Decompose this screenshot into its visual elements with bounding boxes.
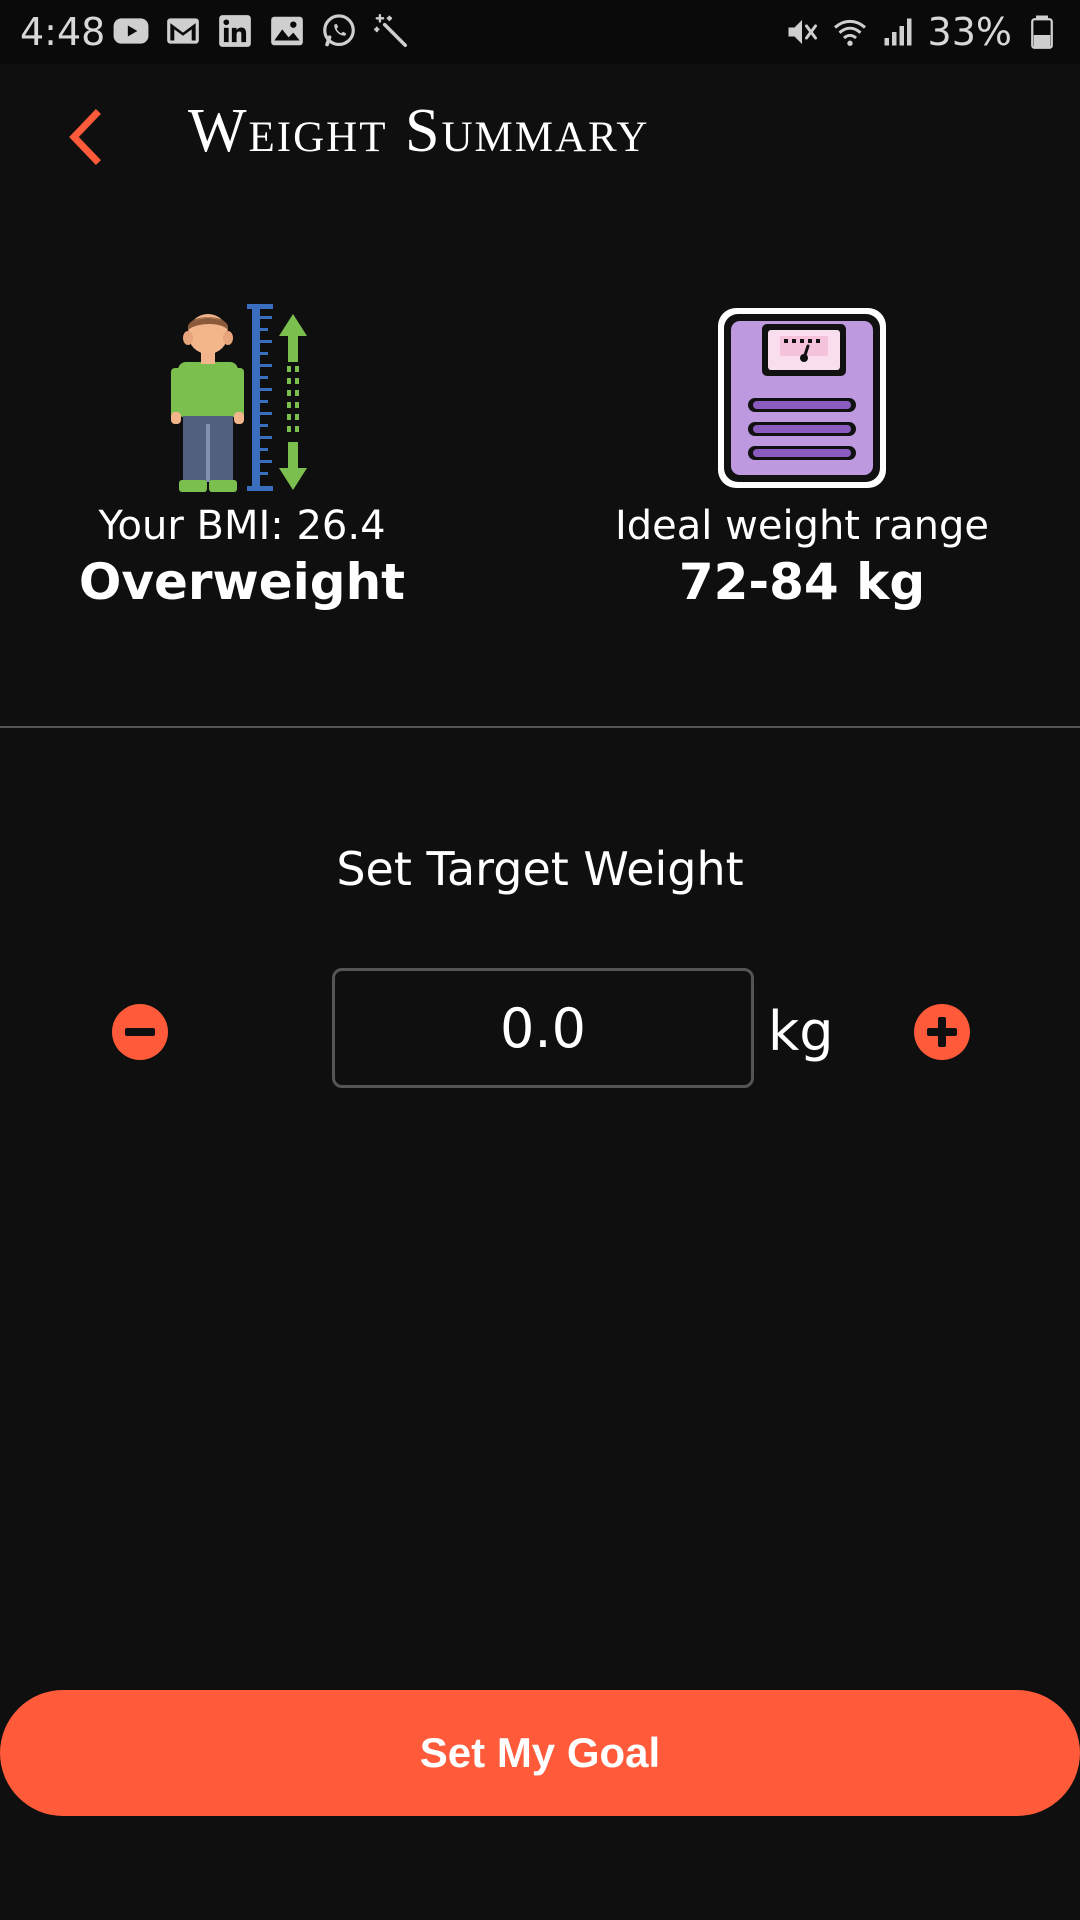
- battery-percentage: 33%: [927, 10, 1012, 54]
- wifi-icon: [833, 19, 866, 46]
- set-goal-button[interactable]: Set My Goal: [0, 1690, 1080, 1816]
- target-weight-heading: Set Target Weight: [336, 842, 744, 896]
- increase-weight-button[interactable]: [914, 1004, 970, 1060]
- page-title: Weight Summary: [188, 97, 650, 165]
- status-bar: 4:48 33%: [0, 0, 1080, 64]
- ideal-weight-value: 72-84 kg: [678, 553, 926, 611]
- magic-wand-icon: [373, 13, 407, 47]
- linkedin-icon: [219, 15, 251, 47]
- mute-icon: [788, 20, 817, 44]
- weighing-scale-icon: [718, 308, 886, 488]
- youtube-icon: [113, 18, 149, 44]
- signal-icon: [884, 18, 912, 46]
- bmi-category: Overweight: [78, 553, 406, 611]
- height-measure-icon: [171, 304, 307, 492]
- bmi-summary-card: Your BMI: 26.4 Overweight: [22, 300, 462, 612]
- minus-icon: [125, 1028, 155, 1036]
- plus-icon: [927, 1017, 957, 1047]
- section-divider: [0, 726, 1080, 728]
- decrease-weight-button[interactable]: [112, 1004, 168, 1060]
- ideal-weight-label: Ideal weight range: [614, 503, 990, 549]
- weight-unit-label: kg: [768, 1000, 834, 1063]
- bmi-label: Your BMI: 26.4: [98, 503, 386, 549]
- ideal-weight-card: Ideal weight range 72-84 kg: [582, 300, 1022, 612]
- gallery-icon: [271, 16, 303, 46]
- back-button[interactable]: [62, 106, 110, 168]
- battery-icon: [1031, 15, 1053, 49]
- chevron-left-icon: [69, 109, 101, 165]
- whatsapp-icon: [323, 14, 355, 47]
- gmail-icon: [167, 18, 199, 44]
- system-icons: 33%: [784, 10, 1060, 54]
- target-weight-input[interactable]: [332, 968, 754, 1088]
- status-time: 4:48: [20, 10, 106, 54]
- notification-icons: [112, 12, 410, 50]
